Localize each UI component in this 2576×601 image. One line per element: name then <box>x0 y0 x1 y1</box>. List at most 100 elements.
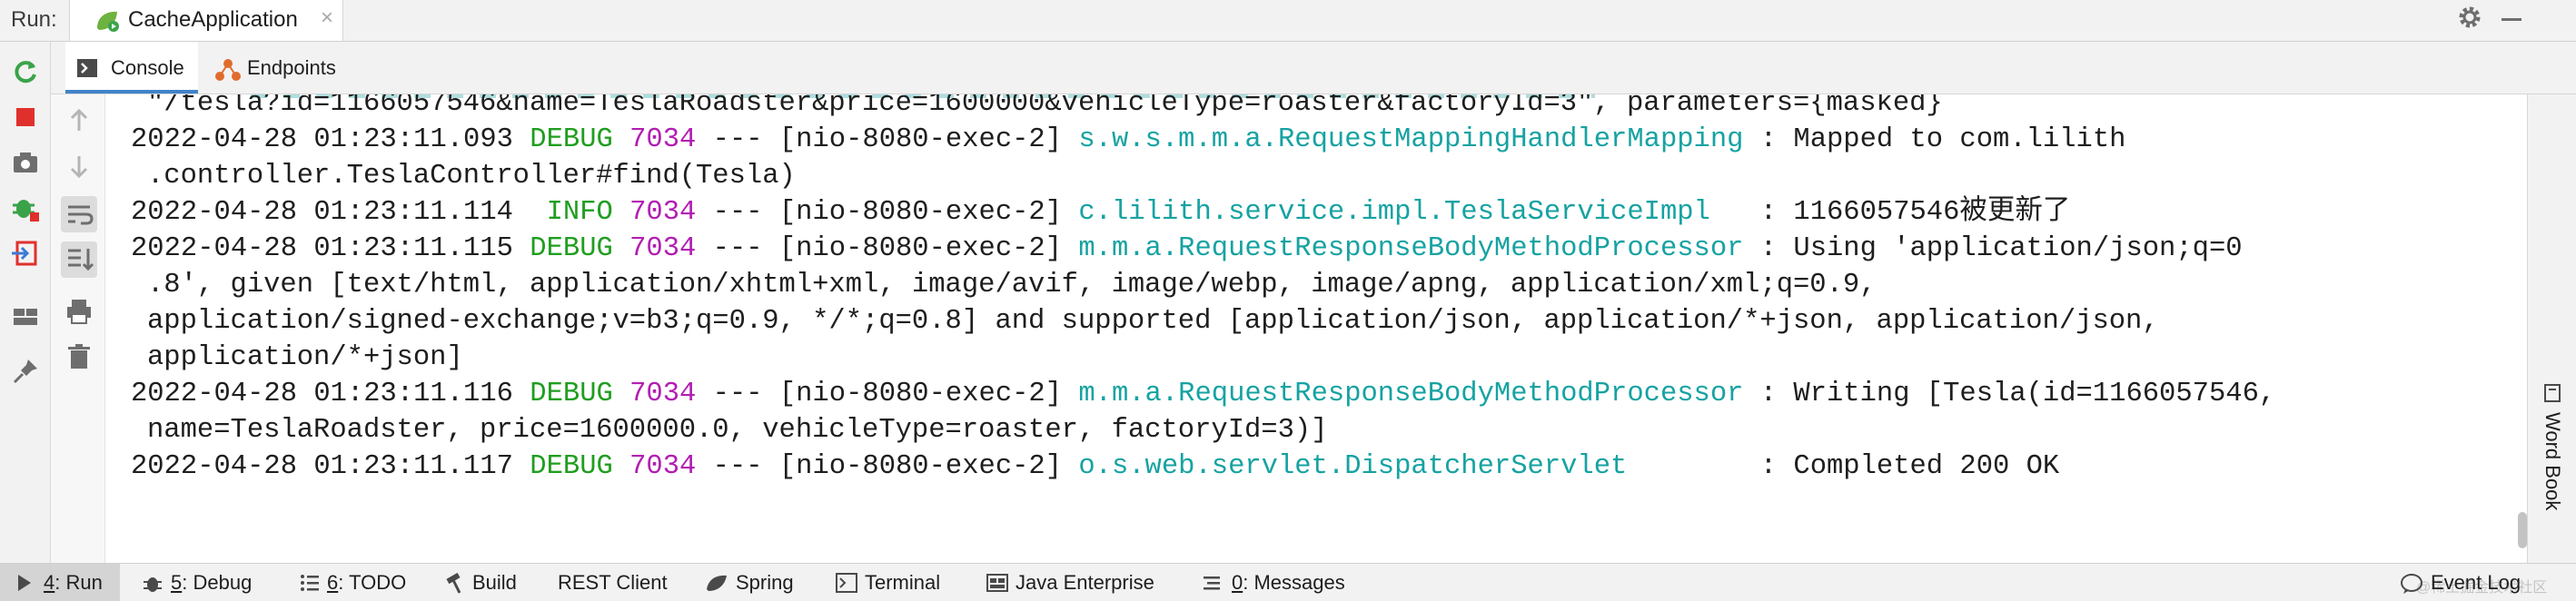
tool-tab-messages-num: 0 <box>1232 571 1243 594</box>
bug-icon <box>142 573 163 599</box>
scrollbar-thumb[interactable] <box>2518 512 2527 548</box>
tool-tab-build-label: Build <box>472 571 517 594</box>
minimize-icon[interactable] <box>2502 18 2522 21</box>
log-pid: 7034 <box>629 233 697 264</box>
log-message: : Writing [Tesla(id=1166057546, <box>1759 379 2276 409</box>
log-logger-name[interactable]: o.s.web.servlet.DispatcherServlet <box>1078 451 1743 482</box>
log-pid: 7034 <box>629 379 697 409</box>
log-separator: --- <box>712 124 763 155</box>
log-line: 2022-04-28 01:23:11.116 DEBUG 7034 --- [… <box>131 376 2275 412</box>
rerun-icon[interactable] <box>10 56 41 87</box>
tab-console-label: Console <box>111 56 184 79</box>
console-output[interactable]: "/tesla?id=1166057546&name=TeslaRoadster… <box>105 94 2525 563</box>
log-continuation-line: .8', given [text/html, application/xhtml… <box>147 270 1877 300</box>
log-logger-name[interactable]: m.m.a.RequestResponseBodyMethodProcessor <box>1078 233 1743 264</box>
exit-icon[interactable] <box>10 238 41 269</box>
java-enterprise-icon <box>986 573 1008 597</box>
tool-tab-messages[interactable]: 0: Messages <box>1201 564 1364 601</box>
log-line: 2022-04-28 01:23:11.114 INFO 7034 --- [n… <box>131 194 2070 231</box>
tool-tab-run[interactable]: 4: Run <box>0 564 120 601</box>
log-message: : Using 'application/json;q=0 <box>1759 233 2243 264</box>
tool-tab-todo-num: 6 <box>327 571 339 594</box>
arrow-up-icon[interactable] <box>64 105 94 136</box>
console-subtabs: Console Endpoints <box>51 42 2576 94</box>
scroll-to-end-icon[interactable] <box>61 241 97 278</box>
hammer-icon <box>443 572 465 599</box>
tool-tab-spring[interactable]: Spring <box>703 564 810 601</box>
log-level: DEBUG <box>530 124 613 155</box>
layout-icon[interactable] <box>10 301 41 332</box>
tool-tab-terminal[interactable]: Terminal <box>834 564 952 601</box>
tool-tab-rest-client[interactable]: REST Client <box>556 564 683 601</box>
tab-endpoints[interactable]: Endpoints <box>211 42 374 94</box>
run-label: Run: <box>11 7 57 32</box>
close-tab-icon[interactable]: × <box>321 5 333 31</box>
run-config-title: CacheApplication <box>128 7 298 32</box>
log-logger-name[interactable]: c.lilith.service.impl.TeslaServiceImpl <box>1078 197 1743 228</box>
log-level: DEBUG <box>530 451 613 482</box>
log-thread: [nio-8080-exec-2] <box>778 124 1063 155</box>
log-continuation-line: "/tesla?id=1166057546&name=TeslaRoadster… <box>147 94 1943 119</box>
log-level: DEBUG <box>530 379 613 409</box>
log-continuation-line: application/signed-exchange;v=b3;q=0.9, … <box>147 306 2159 337</box>
tool-tab-java-enterprise[interactable]: Java Enterprise <box>985 564 1166 601</box>
log-logger-name[interactable]: s.w.s.m.m.a.RequestMappingHandlerMapping <box>1078 124 1743 155</box>
run-icon <box>16 573 33 597</box>
arrow-down-icon[interactable] <box>64 151 94 182</box>
log-timestamp: 2022-04-28 01:23:11.115 <box>131 233 513 264</box>
run-tool-window-header: Run: CacheApplication × <box>0 0 2576 42</box>
tool-tab-debug-label: : Debug <box>182 571 253 594</box>
word-book-icon[interactable] <box>2542 383 2562 403</box>
tool-tab-messages-label: : Messages <box>1243 571 1345 594</box>
word-book-tab[interactable]: Word Book <box>2541 412 2564 510</box>
log-timestamp: 2022-04-28 01:23:11.116 <box>131 379 513 409</box>
tab-console[interactable]: Console <box>65 42 198 94</box>
tool-tab-run-label: : Run <box>54 571 103 594</box>
tool-tab-run-num: 4 <box>44 571 55 594</box>
console-actions-toolbar <box>51 94 105 563</box>
log-message: : 1166057546被更新了 <box>1759 197 2071 228</box>
run-config-tab[interactable]: CacheApplication × <box>69 0 343 41</box>
pin-icon[interactable] <box>10 356 41 387</box>
log-message: : Mapped to com.lilith <box>1759 124 2126 155</box>
log-level: INFO <box>530 197 613 228</box>
log-timestamp: 2022-04-28 01:23:11.093 <box>131 124 513 155</box>
vertical-scrollbar[interactable] <box>2518 94 2527 563</box>
log-continuation-line: name=TeslaRoadster, price=1600000.0, veh… <box>147 415 1328 446</box>
log-thread: [nio-8080-exec-2] <box>778 379 1063 409</box>
log-line: 2022-04-28 01:23:11.093 DEBUG 7034 --- [… <box>131 122 2125 158</box>
log-pid: 7034 <box>629 197 697 228</box>
spring-boot-app-icon <box>94 8 121 38</box>
tool-tab-todo[interactable]: 6: TODO <box>296 564 423 601</box>
tool-tab-build[interactable]: Build <box>441 564 532 601</box>
print-icon[interactable] <box>64 296 94 327</box>
log-pid: 7034 <box>629 124 697 155</box>
stop-icon[interactable] <box>10 102 41 133</box>
log-thread: [nio-8080-exec-2] <box>778 197 1063 228</box>
tool-tab-java-enterprise-label: Java Enterprise <box>1016 571 1154 594</box>
tool-tab-todo-label: : TODO <box>338 571 407 594</box>
right-tool-stripe: Word Book <box>2527 94 2576 563</box>
tool-tab-debug[interactable]: 5: Debug <box>136 564 271 601</box>
trash-icon[interactable] <box>64 341 94 372</box>
log-separator: --- <box>712 451 763 482</box>
tool-tab-rest-client-label: REST Client <box>558 571 668 594</box>
tool-tab-spring-label: Spring <box>736 571 794 594</box>
log-separator: --- <box>712 233 763 264</box>
gear-icon[interactable] <box>2456 4 2483 35</box>
camera-icon[interactable] <box>10 147 41 178</box>
log-continuation-line: .controller.TeslaController#find(Tesla) <box>147 161 796 192</box>
debug-bug-icon[interactable] <box>10 192 41 223</box>
tool-window-bar: 4: Run 5: Debug 6: TODO Build REST Clien… <box>0 563 2576 601</box>
log-message: : Completed 200 OK <box>1759 451 2060 482</box>
log-level: DEBUG <box>530 233 613 264</box>
tool-tab-event-log[interactable]: Event Log <box>2398 564 2543 601</box>
log-separator: --- <box>712 197 763 228</box>
spring-leaf-icon <box>705 573 728 597</box>
tool-tab-debug-num: 5 <box>171 571 183 594</box>
tool-tab-event-log-label: Event Log <box>2431 571 2522 594</box>
soft-wrap-icon[interactable] <box>61 196 97 232</box>
todo-list-icon <box>300 573 320 597</box>
log-logger-name[interactable]: m.m.a.RequestResponseBodyMethodProcessor <box>1078 379 1743 409</box>
messages-icon <box>1203 573 1224 597</box>
